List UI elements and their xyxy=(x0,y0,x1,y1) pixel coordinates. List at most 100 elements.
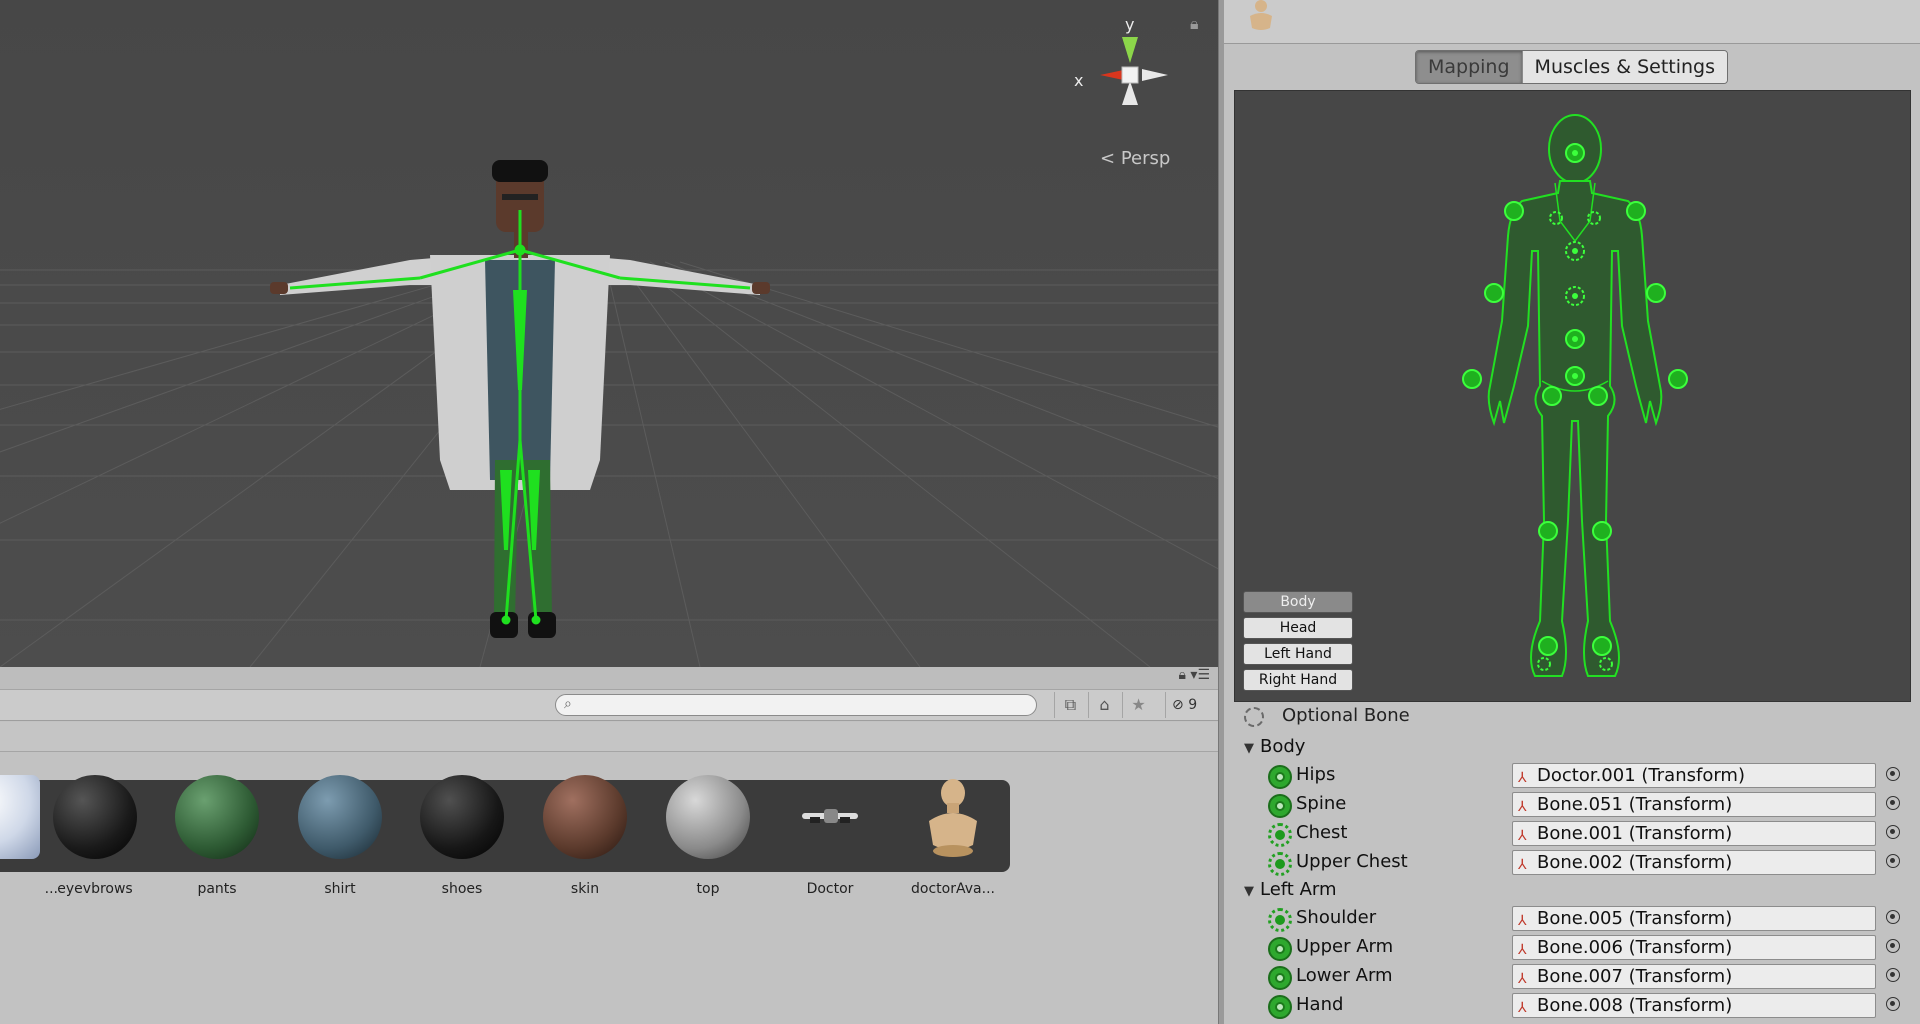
transform-icon: ⅄ xyxy=(1518,799,1527,815)
orientation-gizmo[interactable]: y x xyxy=(1070,5,1200,130)
object-picker-icon[interactable] xyxy=(1886,939,1900,953)
object-picker-icon[interactable] xyxy=(1886,968,1900,982)
bone-status-icon[interactable] xyxy=(1268,765,1292,789)
asset-item[interactable]: Doctor xyxy=(770,775,890,897)
project-panel: 🔒︎ ▾☰ ⌕ ⧉ ⌂ ★ ⊘ 9 ... eyevbrows pants sh… xyxy=(0,667,1218,1024)
asset-item[interactable]: top xyxy=(648,775,768,897)
bone-transform-value: Bone.001 (Transform) xyxy=(1537,823,1733,844)
project-toolbar: ⌕ ⧉ ⌂ ★ ⊘ 9 xyxy=(0,689,1218,721)
tab-muscles-settings[interactable]: Muscles & Settings xyxy=(1522,51,1728,83)
asset-label: Doctor xyxy=(806,881,854,897)
bone-transform-field[interactable]: ⅄ Bone.051 (Transform) xyxy=(1512,792,1876,817)
filter-by-type-icon[interactable]: ⧉ xyxy=(1054,692,1086,718)
scene-view[interactable]: y x 🔒︎ < Persp xyxy=(0,0,1218,667)
bone-transform-value: Doctor.001 (Transform) xyxy=(1537,765,1745,786)
bone-status-icon[interactable] xyxy=(1268,937,1292,961)
object-picker-icon[interactable] xyxy=(1886,767,1900,781)
asset-item[interactable]: skin xyxy=(525,775,645,897)
bone-label: Lower Arm xyxy=(1296,965,1393,986)
asset-item[interactable]: shirt xyxy=(280,775,400,897)
bone-transform-field[interactable]: ⅄ Bone.006 (Transform) xyxy=(1512,935,1876,960)
project-breadcrumb-bar xyxy=(0,722,1218,752)
bone-row-hips: Hips ⅄ Doctor.001 (Transform) xyxy=(1266,762,1906,790)
lock-icon[interactable]: 🔒︎ xyxy=(1190,14,1199,34)
body-part-button-head[interactable]: Head xyxy=(1243,617,1353,639)
chevron-left-icon: < xyxy=(1100,148,1116,169)
material-thumbnail xyxy=(420,775,504,859)
bone-transform-field[interactable]: ⅄ Bone.007 (Transform) xyxy=(1512,964,1876,989)
asset-item[interactable]: shoes xyxy=(402,775,522,897)
model-icon xyxy=(802,809,858,823)
optional-bone-status-icon[interactable] xyxy=(1268,823,1292,847)
asset-label: shirt xyxy=(324,881,356,897)
bone-row-upper-arm: Upper Arm ⅄ Bone.006 (Transform) xyxy=(1266,934,1906,962)
group-name: Body xyxy=(1260,736,1306,757)
bone-transform-value: Bone.007 (Transform) xyxy=(1537,966,1733,987)
asset-label: doctorAva... xyxy=(911,881,995,897)
group-name: Left Arm xyxy=(1260,879,1337,900)
bone-label: Upper Chest xyxy=(1296,851,1408,872)
asset-label: shoes xyxy=(441,881,483,897)
bone-transform-field[interactable]: ⅄ Bone.008 (Transform) xyxy=(1512,993,1876,1018)
hidden-count-value: 9 xyxy=(1188,697,1198,713)
asset-label: eyevbrows xyxy=(57,881,133,897)
bone-row-chest: Chest ⅄ Bone.001 (Transform) xyxy=(1266,820,1906,848)
transform-icon: ⅄ xyxy=(1518,971,1527,987)
bone-status-icon[interactable] xyxy=(1268,794,1292,818)
inspector-header xyxy=(1224,0,1920,44)
object-picker-icon[interactable] xyxy=(1886,854,1900,868)
bone-transform-value: Bone.008 (Transform) xyxy=(1537,995,1733,1016)
favorite-star-icon[interactable]: ★ xyxy=(1122,692,1154,718)
asset-item[interactable]: doctorAva... xyxy=(893,775,1013,897)
bone-status-icon[interactable] xyxy=(1268,966,1292,990)
material-thumbnail xyxy=(543,775,627,859)
material-thumbnail xyxy=(175,775,259,859)
bone-transform-field[interactable]: ⅄ Doctor.001 (Transform) xyxy=(1512,763,1876,788)
inspector-panel: Mapping Muscles & Settings Body Head Lef… xyxy=(1224,0,1920,1024)
bone-transform-field[interactable]: ⅄ Bone.005 (Transform) xyxy=(1512,906,1876,931)
group-foldout-left-arm[interactable]: ▼ Left Arm xyxy=(1244,879,1337,900)
asset-label: skin xyxy=(570,881,600,897)
bone-transform-field[interactable]: ⅄ Bone.001 (Transform) xyxy=(1512,821,1876,846)
tab-mapping[interactable]: Mapping xyxy=(1416,51,1523,83)
panel-menu-icon[interactable]: 🔒︎ ▾☰ xyxy=(1179,667,1210,683)
foldout-triangle-icon: ▼ xyxy=(1244,884,1254,899)
perspective-toggle[interactable]: < Persp xyxy=(1100,148,1170,169)
avatar-body-map: Body Head Left Hand Right Hand xyxy=(1234,90,1911,702)
asset-label: top xyxy=(696,881,720,897)
project-search[interactable]: ⌕ xyxy=(555,694,1037,716)
optional-bone-status-icon[interactable] xyxy=(1268,852,1292,876)
asset-item[interactable]: pants xyxy=(157,775,277,897)
bone-transform-value: Bone.005 (Transform) xyxy=(1537,908,1733,929)
transform-icon: ⅄ xyxy=(1518,1000,1527,1016)
eye-slash-icon: ⊘ xyxy=(1172,697,1184,713)
object-picker-icon[interactable] xyxy=(1886,910,1900,924)
optional-bone-label: Optional Bone xyxy=(1282,705,1410,726)
material-thumbnail xyxy=(666,775,750,859)
asset-item[interactable]: eyevbrows xyxy=(35,775,155,897)
object-picker-icon[interactable] xyxy=(1886,997,1900,1011)
transform-icon: ⅄ xyxy=(1518,857,1527,873)
gizmo-y-label: y xyxy=(1125,15,1134,34)
filter-by-label-icon[interactable]: ⌂ xyxy=(1088,692,1120,718)
object-picker-icon[interactable] xyxy=(1886,796,1900,810)
search-input[interactable] xyxy=(582,696,1027,714)
bone-status-icon[interactable] xyxy=(1268,995,1292,1019)
bone-transform-value: Bone.051 (Transform) xyxy=(1537,794,1733,815)
project-panel-header: 🔒︎ ▾☰ xyxy=(0,667,1218,689)
bone-label: Spine xyxy=(1296,793,1347,814)
inspector-tabs: Mapping Muscles & Settings xyxy=(1415,50,1729,84)
body-part-button-left-hand[interactable]: Left Hand xyxy=(1243,643,1353,665)
body-part-button-right-hand[interactable]: Right Hand xyxy=(1243,669,1353,691)
group-foldout-body[interactable]: ▼ Body xyxy=(1244,736,1305,757)
bone-transform-field[interactable]: ⅄ Bone.002 (Transform) xyxy=(1512,850,1876,875)
transform-icon: ⅄ xyxy=(1518,913,1527,929)
optional-bone-icon xyxy=(1244,707,1264,727)
object-picker-icon[interactable] xyxy=(1886,825,1900,839)
optional-bone-status-icon[interactable] xyxy=(1268,908,1292,932)
bone-transform-value: Bone.006 (Transform) xyxy=(1537,937,1733,958)
doctor-character-model[interactable] xyxy=(270,150,770,667)
avatar-icon xyxy=(929,779,977,857)
hidden-packages-toggle[interactable]: ⊘ 9 xyxy=(1165,692,1215,718)
body-part-button-body[interactable]: Body xyxy=(1243,591,1353,613)
